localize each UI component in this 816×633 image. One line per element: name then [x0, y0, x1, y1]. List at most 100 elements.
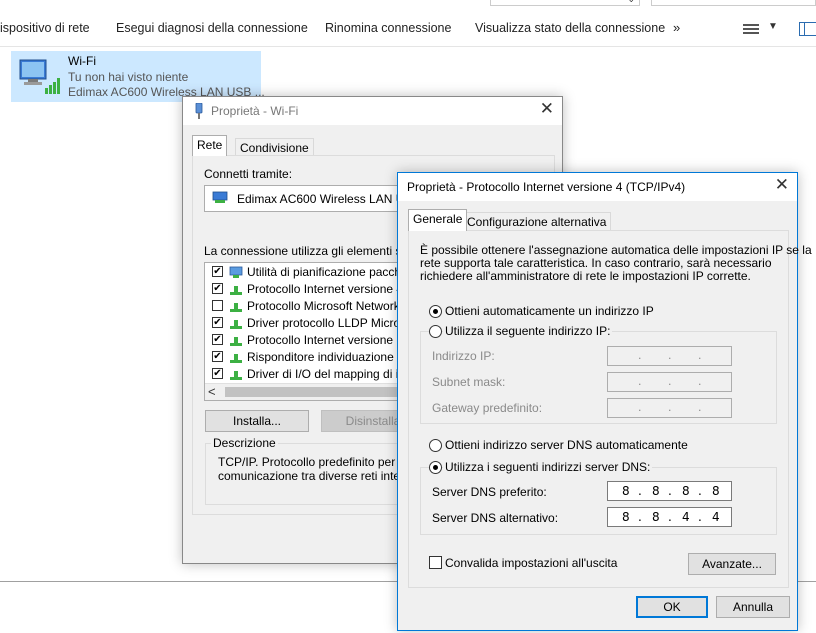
check-mark: ✔	[213, 368, 222, 379]
adapter-name: Wi-Fi	[68, 54, 96, 68]
alternate-dns-field[interactable]: 8 . 8 . 4 . 4	[607, 507, 732, 527]
manual-ip-label[interactable]: Utilizza il seguente indirizzo IP:	[443, 324, 613, 338]
description-line-2: comunicazione tra diverse reti intercon	[218, 469, 424, 483]
items-label: La connessione utilizza gli elementi seg…	[204, 244, 429, 258]
auto-ip-label[interactable]: Ottieni automaticamente un indirizzo IP	[445, 304, 654, 318]
component-label: Driver protocollo LLDP Microsoft	[247, 316, 420, 330]
install-button[interactable]: Installa...	[205, 410, 309, 432]
component-checkbox[interactable]: ✔	[212, 334, 223, 345]
address-bar-area: ⌄	[0, 0, 816, 8]
tab-condivisione[interactable]: Condivisione	[235, 138, 314, 156]
ok-button[interactable]: OK	[636, 596, 708, 618]
ip-dot-1: .	[638, 349, 642, 362]
validate-label[interactable]: Convalida impostazioni all'uscita	[445, 556, 617, 570]
component-checkbox[interactable]: ✔	[212, 283, 223, 294]
dns2-octet-1: 8	[622, 510, 630, 524]
dns1-octet-4: 8	[712, 484, 720, 498]
cmd-diagnose[interactable]: Esegui diagnosi della connessione	[116, 21, 308, 35]
title-bar[interactable]: Proprietà - Protocollo Internet versione…	[398, 173, 797, 201]
check-mark: ✔	[213, 266, 222, 277]
cmd-rename[interactable]: Rinomina connessione	[325, 21, 451, 35]
protocol-icon	[230, 286, 242, 295]
tab-generale[interactable]: Generale	[408, 209, 468, 231]
view-options-icon[interactable]	[743, 22, 759, 36]
component-label: Protocollo Microsoft Network Ad	[247, 299, 418, 313]
tab-rete[interactable]: Rete	[192, 135, 228, 156]
scroll-left-icon[interactable]: <	[208, 384, 216, 399]
title-bar[interactable]: Proprietà - Wi-Fi ✕	[183, 97, 562, 125]
component-label: Driver di I/O del mapping di indiv	[247, 367, 421, 381]
protocol-icon	[230, 303, 242, 312]
dns2-octet-3: 4	[682, 510, 690, 524]
manual-ip-radio[interactable]	[429, 325, 442, 338]
intro-line-3: richiedere all'amministratore di rete le…	[420, 269, 751, 283]
auto-dns-radio[interactable]	[429, 439, 442, 452]
address-dropdown[interactable]: ⌄	[490, 0, 640, 6]
gateway-dot-3: .	[698, 401, 702, 414]
dns2-dot-3: .	[698, 510, 702, 524]
ip-address-field[interactable]: . . .	[607, 346, 732, 366]
network-adapter-icon	[195, 103, 203, 119]
component-label: Utilità di pianificazione pacchetti	[247, 265, 418, 279]
device-name: Edimax AC600 Wireless LAN USB	[237, 192, 421, 206]
intro-line-1: È possibile ottenere l'assegnazione auto…	[420, 243, 812, 257]
subnet-dot-1: .	[638, 375, 642, 388]
cancel-button[interactable]: Annulla	[716, 596, 790, 618]
subnet-dot-3: .	[698, 375, 702, 388]
component-label: Protocollo Internet versione 6 (T	[247, 333, 418, 347]
preferred-dns-label: Server DNS preferito:	[432, 485, 547, 499]
close-icon[interactable]: ✕	[540, 101, 554, 118]
dns1-octet-1: 8	[622, 484, 630, 498]
more-commands-icon[interactable]: »	[673, 20, 680, 35]
connect-using-label: Connetti tramite:	[204, 167, 293, 181]
chevron-down-icon[interactable]: ▼	[768, 21, 778, 32]
wifi-adapter-icon	[19, 59, 60, 94]
subnet-field[interactable]: . . .	[607, 372, 732, 392]
component-checkbox[interactable]	[212, 300, 223, 311]
auto-ip-radio[interactable]	[429, 305, 442, 318]
close-icon[interactable]: ✕	[775, 177, 789, 194]
subnet-dot-2: .	[668, 375, 672, 388]
dns1-dot-3: .	[698, 484, 702, 498]
protocol-icon	[230, 320, 242, 329]
network-card-icon	[212, 191, 228, 203]
advanced-button[interactable]: Avanzate...	[688, 553, 776, 575]
subnet-label: Subnet mask:	[432, 375, 506, 389]
component-checkbox[interactable]: ✔	[212, 317, 223, 328]
scroll-thumb[interactable]	[225, 387, 405, 397]
gateway-field[interactable]: . . .	[607, 398, 732, 418]
gateway-dot-2: .	[668, 401, 672, 414]
ip-dot-3: .	[698, 349, 702, 362]
dialog-title: Proprietà - Wi-Fi	[211, 104, 299, 118]
command-bar: ispositivo di rete Esegui diagnosi della…	[0, 9, 816, 47]
adapter-status: Tu non hai visto niente	[68, 70, 189, 84]
intro-line-2: rete supporta tale caratteristica. In ca…	[420, 256, 772, 270]
chevron-down-icon: ⌄	[627, 0, 635, 5]
ip-dot-2: .	[668, 349, 672, 362]
validate-checkbox[interactable]	[429, 556, 442, 569]
gateway-dot-1: .	[638, 401, 642, 414]
auto-dns-label[interactable]: Ottieni indirizzo server DNS automaticam…	[445, 438, 688, 452]
alternate-dns-label: Server DNS alternativo:	[432, 511, 559, 525]
wifi-adapter-item[interactable]: Wi-Fi Tu non hai visto niente Edimax AC6…	[11, 51, 265, 102]
cmd-view-status[interactable]: Visualizza stato della connessione	[475, 21, 665, 35]
tab-configurazione-alternativa[interactable]: Configurazione alternativa	[462, 212, 612, 231]
check-mark: ✔	[213, 351, 222, 362]
preferred-dns-field[interactable]: 8 . 8 . 8 . 8	[607, 481, 732, 501]
description-title: Descrizione	[211, 436, 278, 450]
preview-pane-icon[interactable]	[799, 22, 816, 36]
ipv4-properties-dialog: Proprietà - Protocollo Internet versione…	[397, 172, 812, 631]
component-checkbox[interactable]: ✔	[212, 266, 223, 277]
description-line-1: TCP/IP. Protocollo predefinito per le W	[218, 455, 423, 469]
manual-dns-radio[interactable]	[429, 461, 442, 474]
search-box[interactable]	[651, 0, 816, 6]
dns1-octet-2: 8	[652, 484, 660, 498]
component-checkbox[interactable]: ✔	[212, 351, 223, 362]
protocol-icon	[230, 354, 242, 363]
dns1-dot-2: .	[668, 484, 672, 498]
cmd-device[interactable]: ispositivo di rete	[0, 21, 90, 35]
dns2-octet-2: 8	[652, 510, 660, 524]
manual-dns-label[interactable]: Utilizza i seguenti indirizzi server DNS…	[443, 460, 653, 474]
component-checkbox[interactable]: ✔	[212, 368, 223, 379]
dns2-octet-4: 4	[712, 510, 720, 524]
